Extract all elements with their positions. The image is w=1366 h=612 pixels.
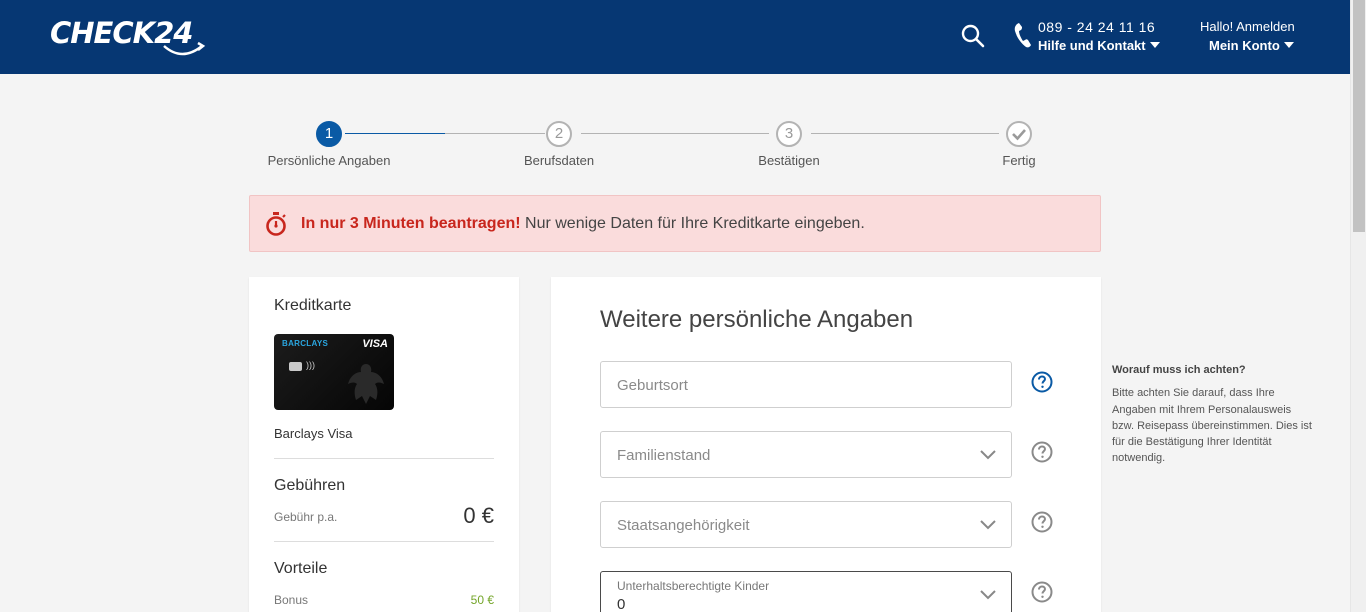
alert-highlight: In nur 3 Minuten beantragen! — [301, 215, 521, 232]
login-link[interactable]: Hallo! Anmelden — [1200, 19, 1295, 34]
marital-status-placeholder: Familienstand — [617, 447, 711, 464]
annual-fee-value: 0 € — [463, 503, 494, 528]
help-tooltip: Worauf muss ich achten? Bitte achten Sie… — [1112, 362, 1312, 467]
step-done-circle — [1006, 121, 1032, 147]
alert-body: Nur wenige Daten für Ihre Kreditkarte ei… — [525, 215, 865, 232]
personal-details-form: Weitere persönliche Angaben Geburtsort F… — [551, 277, 1101, 612]
scrollbar-thumb[interactable] — [1353, 0, 1365, 232]
check-icon — [1012, 129, 1026, 141]
dependent-children-value: 0 — [617, 596, 626, 612]
phone-number[interactable]: 089 - 24 24 11 16 — [1038, 19, 1155, 35]
chevron-down-icon — [980, 450, 996, 460]
caret-down-icon — [1283, 42, 1294, 48]
step-3-circle: 3 — [776, 121, 802, 147]
eagle-logo-icon — [348, 364, 384, 404]
tooltip-title: Worauf muss ich achten? — [1112, 364, 1246, 376]
top-header: CHECK24 089 - 24 24 11 16 Hilfe und Kont… — [0, 0, 1350, 74]
annual-fee-label: Gebühr p.a. — [274, 510, 338, 524]
info-alert: In nur 3 Minuten beantragen! Nur wenige … — [249, 195, 1101, 252]
credit-card-heading: Kreditkarte — [274, 297, 352, 314]
nationality-select[interactable]: Staatsangehörigkeit — [600, 501, 1012, 548]
credit-card-image: BARCLAYS VISA ))) — [274, 334, 394, 410]
birthplace-placeholder: Geburtsort — [617, 377, 688, 394]
card-brand-label: BARCLAYS — [282, 339, 329, 348]
step-connector-active — [345, 133, 445, 134]
benefits-heading: Vorteile — [274, 560, 328, 577]
stopwatch-icon — [266, 212, 286, 236]
tooltip-text: Bitte achten Sie darauf, dass Ihre Angab… — [1112, 387, 1312, 465]
help-icon[interactable] — [1031, 441, 1053, 463]
step-connector — [811, 133, 999, 134]
contactless-icon: ))) — [306, 360, 315, 370]
dependent-children-select[interactable]: Unterhaltsberechtigte Kinder 0 — [600, 571, 1012, 612]
nationality-placeholder: Staatsangehörigkeit — [617, 517, 750, 534]
divider — [274, 541, 494, 542]
help-icon[interactable] — [1031, 581, 1053, 603]
step-1-label: Persönliche Angaben — [267, 153, 391, 168]
birthplace-input[interactable]: Geburtsort — [600, 361, 1012, 408]
my-account-label: Mein Konto — [1209, 38, 1280, 53]
progress-stepper: 1 2 3 Persönliche Angaben Berufsdaten Be… — [249, 118, 1101, 178]
bonus-label: Bonus — [274, 593, 309, 607]
bonus-value: 50 € — [470, 593, 494, 607]
my-account-menu[interactable]: Mein Konto — [1209, 38, 1294, 53]
card-product-name: Barclays Visa — [274, 426, 353, 441]
logo-swoosh-icon — [163, 41, 206, 56]
phone-icon — [1014, 23, 1031, 48]
card-chip-icon — [289, 362, 302, 371]
divider — [274, 458, 494, 459]
help-icon[interactable] — [1031, 511, 1053, 533]
marital-status-select[interactable]: Familienstand — [600, 431, 1012, 478]
caret-down-icon — [1149, 42, 1160, 48]
step-2-circle: 2 — [546, 121, 572, 147]
chevron-down-icon — [980, 520, 996, 530]
step-3-label: Bestätigen — [758, 153, 820, 168]
help-icon-active[interactable] — [1031, 371, 1053, 393]
fees-heading: Gebühren — [274, 477, 346, 494]
help-contact-label: Hilfe und Kontakt — [1038, 38, 1146, 53]
step-done-label: Fertig — [1002, 153, 1036, 168]
step-connector — [445, 133, 545, 134]
alert-message: In nur 3 Minuten beantragen! Nur wenige … — [301, 215, 865, 233]
dependent-children-label: Unterhaltsberechtigte Kinder — [617, 579, 770, 593]
help-contact-menu[interactable]: Hilfe und Kontakt — [1038, 38, 1160, 53]
step-1-circle: 1 — [316, 121, 342, 147]
step-connector — [581, 133, 769, 134]
chevron-down-icon — [980, 590, 996, 600]
page-scrollbar[interactable] — [1350, 0, 1366, 612]
step-2-label: Berufsdaten — [523, 153, 595, 168]
search-icon[interactable] — [960, 23, 986, 49]
product-summary-card: Kreditkarte BARCLAYS VISA ))) Barclays V… — [249, 277, 519, 612]
card-network-label: VISA — [362, 338, 388, 350]
form-title: Weitere persönliche Angaben — [600, 306, 914, 333]
